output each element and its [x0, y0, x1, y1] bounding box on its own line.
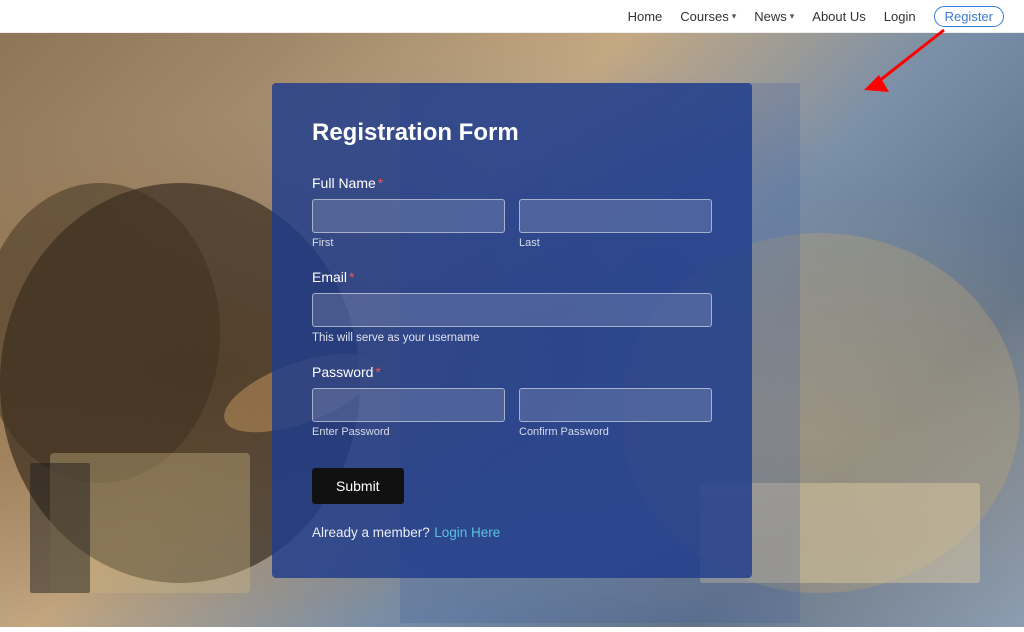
required-star-pass: * — [375, 364, 380, 380]
last-name-col: Last — [519, 199, 712, 249]
nav-register[interactable]: Register — [934, 6, 1004, 27]
main-content: Registration Form Full Name* First Last … — [0, 33, 1024, 627]
email-input[interactable] — [312, 293, 712, 327]
full-name-group: Full Name* First Last — [312, 175, 712, 249]
confirm-password-input[interactable] — [519, 388, 712, 422]
password-group: Password* Enter Password Confirm Passwor… — [312, 364, 712, 438]
registration-form: Registration Form Full Name* First Last … — [272, 83, 752, 578]
first-name-input[interactable] — [312, 199, 505, 233]
email-label: Email* — [312, 269, 712, 285]
required-star-email: * — [349, 269, 354, 285]
nav-news[interactable]: News ▾ — [754, 9, 794, 24]
nav-home[interactable]: Home — [628, 9, 663, 24]
last-sublabel: Last — [519, 237, 712, 249]
confirm-password-col: Confirm Password — [519, 388, 712, 438]
already-member-text: Already a member? — [312, 525, 430, 540]
email-group: Email* This will serve as your username — [312, 269, 712, 344]
email-hint: This will serve as your username — [312, 332, 712, 344]
nav-login[interactable]: Login — [884, 9, 916, 24]
courses-chevron-icon: ▾ — [732, 11, 737, 22]
enter-password-col: Enter Password — [312, 388, 505, 438]
nav-courses[interactable]: Courses ▾ — [680, 9, 736, 24]
nav-about[interactable]: About Us — [812, 9, 865, 24]
submit-button[interactable]: Submit — [312, 468, 404, 504]
login-here-link[interactable]: Login Here — [434, 525, 500, 540]
first-sublabel: First — [312, 237, 505, 249]
password-row: Enter Password Confirm Password — [312, 388, 712, 438]
password-input[interactable] — [312, 388, 505, 422]
last-name-input[interactable] — [519, 199, 712, 233]
navbar: Home Courses ▾ News ▾ About Us Login Reg… — [0, 0, 1024, 33]
required-star-name: * — [378, 175, 383, 191]
enter-password-sublabel: Enter Password — [312, 426, 505, 438]
login-link-row: Already a member? Login Here — [312, 524, 712, 542]
confirm-password-sublabel: Confirm Password — [519, 426, 712, 438]
news-chevron-icon: ▾ — [790, 11, 795, 22]
full-name-label: Full Name* — [312, 175, 712, 191]
form-title: Registration Form — [312, 119, 712, 147]
password-label: Password* — [312, 364, 712, 380]
name-row: First Last — [312, 199, 712, 249]
first-name-col: First — [312, 199, 505, 249]
